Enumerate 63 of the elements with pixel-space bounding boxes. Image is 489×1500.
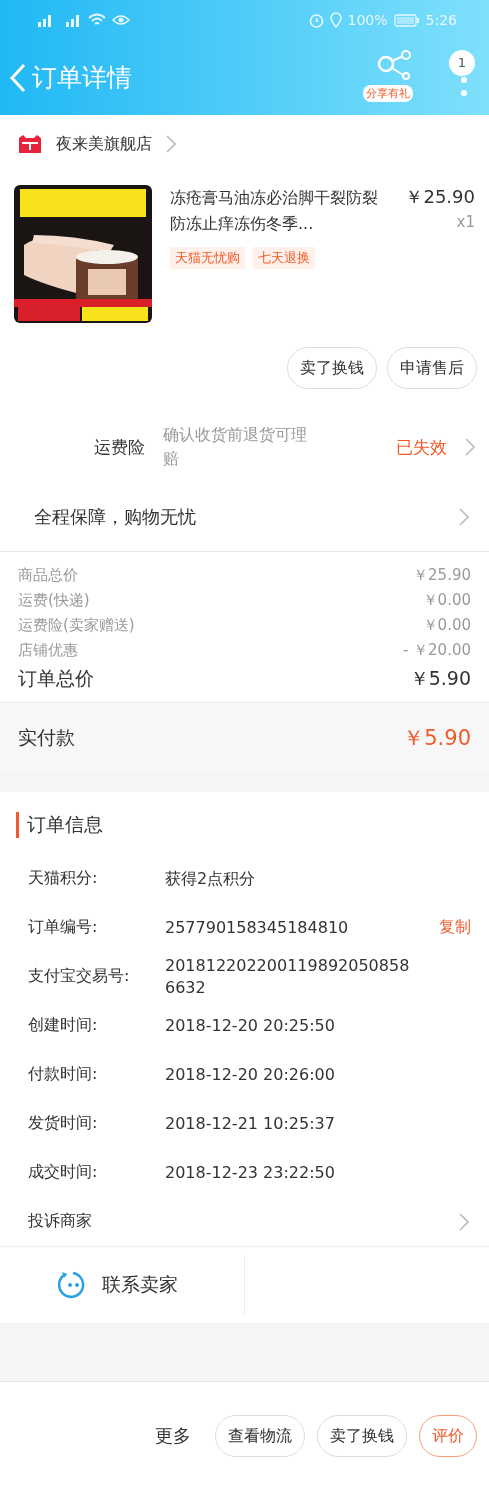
- info-label: 发货时间:: [28, 1113, 99, 1134]
- info-label: 成交时间:: [28, 1162, 99, 1183]
- battery-percent: 100%: [347, 12, 388, 28]
- tmall-logo-icon: [18, 135, 42, 153]
- product-tag: 七天退换: [253, 247, 315, 269]
- price-label: 商品总价: [18, 566, 78, 585]
- info-label: 天猫积分:: [28, 868, 99, 889]
- share-icon[interactable]: [376, 49, 412, 80]
- copy-link[interactable]: 复制: [439, 917, 471, 938]
- price-value: - ￥20.00: [402, 641, 471, 660]
- info-value: 2018-12-20 20:26:00: [165, 1063, 336, 1086]
- chevron-right-icon: [459, 1212, 469, 1231]
- order-total-value: ￥5.90: [409, 666, 471, 691]
- info-value: 2018122022001198920508586632: [165, 954, 410, 999]
- more-icon[interactable]: [460, 75, 468, 98]
- paid-amount: ￥5.90: [403, 724, 471, 752]
- share-badge: 分享有礼: [363, 84, 413, 102]
- paid-label: 实付款: [18, 724, 75, 750]
- item-action-button[interactable]: 申请售后: [387, 347, 477, 389]
- info-label: 付款时间:: [28, 1064, 99, 1085]
- price-label: 运费(快递): [18, 591, 90, 610]
- item-action-button[interactable]: 卖了换钱: [287, 347, 377, 389]
- clock-time: 5:26: [425, 12, 457, 28]
- chevron-right-icon: [166, 135, 176, 153]
- wifi-icon: [88, 13, 106, 27]
- notification-badge: 1: [449, 49, 475, 76]
- insurance-label: 运费险: [94, 435, 145, 459]
- info-label: 创建时间:: [28, 1015, 99, 1036]
- chevron-right-icon: [459, 508, 469, 526]
- chevron-right-icon: [465, 438, 475, 456]
- info-value: 2018-12-23 23:22:50: [165, 1161, 336, 1184]
- price-label: 店铺优惠: [18, 641, 78, 660]
- contact-seller-link[interactable]: 联系卖家: [102, 1272, 178, 1298]
- price-label: 运费险(卖家赠送): [18, 616, 135, 635]
- eye-icon: [112, 13, 130, 27]
- section-title: 订单信息: [16, 812, 103, 838]
- shop-name[interactable]: 夜来美旗舰店: [56, 133, 152, 155]
- location-icon: [329, 12, 342, 28]
- page-title: 订单详情: [32, 62, 133, 94]
- product-price: ￥25.90: [405, 185, 475, 209]
- order-action-button[interactable]: 卖了换钱: [317, 1415, 407, 1457]
- price-value: ￥0.00: [422, 591, 471, 610]
- complaint-link[interactable]: 投诉商家: [28, 1211, 165, 1232]
- order-action-button[interactable]: 评价: [419, 1415, 477, 1457]
- product-tag: 天猫无忧购: [170, 247, 245, 269]
- insurance-description: 确认收货前退货可理赔: [163, 424, 308, 470]
- info-value: 2018-12-21 10:25:37: [165, 1112, 336, 1135]
- price-value: ￥0.00: [422, 616, 471, 635]
- guarantee-text[interactable]: 全程保障，购物无忧: [34, 505, 196, 529]
- info-value: 获得2点积分: [165, 867, 257, 890]
- info-label: 订单编号:: [28, 917, 99, 938]
- back-icon[interactable]: [10, 62, 26, 93]
- order-action-button[interactable]: 查看物流: [215, 1415, 305, 1457]
- alarm-icon: [308, 12, 324, 28]
- order-total-label: 订单总价: [18, 666, 94, 691]
- info-value: 2018-12-20 20:25:50: [165, 1014, 336, 1037]
- product-title[interactable]: 冻疮膏马油冻必治脚干裂防裂防冻止痒冻伤冬季...: [170, 185, 388, 237]
- info-value: 257790158345184810: [165, 916, 350, 939]
- more-link[interactable]: 更多: [155, 1424, 191, 1448]
- price-value: ￥25.90: [413, 566, 471, 585]
- battery-icon: [393, 13, 420, 27]
- product-quantity: x1: [456, 213, 475, 231]
- info-label: 支付宝交易号:: [28, 966, 131, 987]
